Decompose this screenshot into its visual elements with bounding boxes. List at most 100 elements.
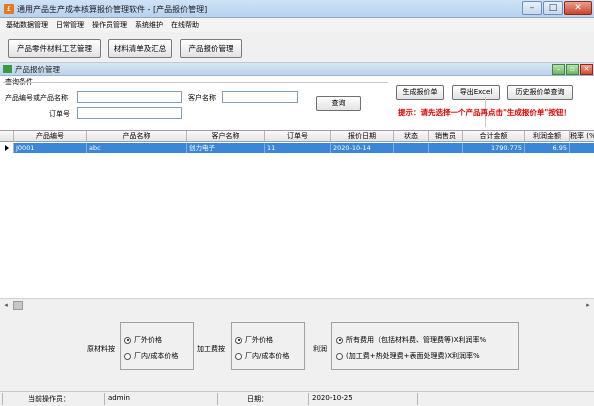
cell-profit[interactable]: 6.95: [525, 143, 570, 153]
generate-quote-button[interactable]: 生成报价单: [396, 85, 444, 100]
grid-header: 产品编号 产品名称 客户名称 订单号 报价日期 状态 销售员 合计金额 利润金额…: [0, 131, 594, 142]
header-quote-date[interactable]: 报价日期: [331, 131, 394, 142]
quote-grid: 产品编号 产品名称 客户名称 订单号 报价日期 状态 销售员 合计金额 利润金额…: [0, 130, 594, 298]
customer-label: 客户名称: [188, 94, 216, 102]
header-customer[interactable]: 客户名称: [187, 131, 265, 142]
table-row[interactable]: J0001 abc 创力电子 11 2020-10-14 1790.775 6.…: [0, 143, 594, 153]
header-status[interactable]: 状态: [394, 131, 429, 142]
scroll-left-icon[interactable]: ◂: [0, 300, 12, 311]
menu-daily[interactable]: 日常管理: [56, 20, 84, 30]
export-excel-button[interactable]: 导出Excel: [452, 85, 500, 100]
child-window-controls: – ▫ ✕: [551, 64, 593, 75]
minimize-button[interactable]: –: [522, 1, 542, 15]
header-total[interactable]: 合计金额: [463, 131, 525, 142]
status-divider: [104, 393, 105, 405]
process-internal-radio[interactable]: 厂内/成本价格: [235, 351, 289, 361]
title-bar: £ 通用产品生产成本核算报价管理软件 - [产品报价管理] – □ ✕: [0, 0, 594, 18]
row-pointer-icon: [5, 145, 9, 151]
cell-tax[interactable]: [570, 143, 594, 153]
process-pricing-label: 加工费按: [197, 345, 225, 353]
status-divider: [2, 393, 3, 405]
menu-base-data[interactable]: 基础数据管理: [6, 20, 48, 30]
radio-checked-icon: [336, 336, 343, 344]
status-bar: 当前操作员： admin 日期： 2020-10-25: [0, 391, 594, 406]
order-label: 订单号: [49, 110, 70, 118]
window-controls: – □ ✕: [521, 1, 592, 15]
maximize-button[interactable]: □: [543, 1, 563, 15]
app-icon: £: [4, 4, 14, 14]
child-window-bar: 产品报价管理 – ▫ ✕: [0, 63, 594, 76]
material-internal-label: 厂内/成本价格: [134, 352, 179, 360]
child-window-icon: [3, 65, 12, 73]
child-close-button[interactable]: ✕: [580, 64, 593, 75]
process-external-label: 厂外价格: [245, 336, 273, 344]
cell-product-name[interactable]: abc: [87, 143, 187, 153]
cell-total[interactable]: 1790.775: [463, 143, 525, 153]
radio-unchecked-icon: [124, 352, 131, 360]
cell-order-no[interactable]: 11: [265, 143, 331, 153]
menu-maintenance[interactable]: 系统维护: [135, 20, 163, 30]
cell-salesperson[interactable]: [429, 143, 463, 153]
product-label: 产品编号或产品名称: [5, 94, 68, 102]
material-pricing-label: 原材料按: [87, 345, 115, 353]
header-product-name[interactable]: 产品名称: [87, 131, 187, 142]
material-internal-radio[interactable]: 厂内/成本价格: [124, 351, 178, 361]
process-external-radio[interactable]: 厂外价格: [235, 335, 273, 345]
header-order-no[interactable]: 订单号: [265, 131, 331, 142]
material-external-radio[interactable]: 厂外价格: [124, 335, 162, 345]
order-input[interactable]: [77, 107, 182, 119]
header-salesperson[interactable]: 销售员: [429, 131, 463, 142]
material-pricing-group: [120, 322, 194, 370]
profit-all-costs-radio[interactable]: 所有费用（包括材料费、管理费等)X利润率%: [336, 335, 486, 345]
close-button[interactable]: ✕: [564, 1, 592, 15]
toolbar: 产品零件材料工艺管理 材料清单及汇总 产品报价管理: [0, 32, 594, 63]
pricing-options: 原材料按 厂外价格 厂内/成本价格 加工费按 厂外价格 厂内/成本价格 利润 所…: [0, 311, 594, 391]
product-input[interactable]: [77, 91, 182, 103]
radio-unchecked-icon: [336, 352, 343, 360]
date-value: 2020-10-25: [312, 394, 353, 402]
quote-management-button[interactable]: 产品报价管理: [180, 39, 242, 58]
radio-checked-icon: [124, 336, 131, 344]
radio-checked-icon: [235, 336, 242, 344]
hint-text: 提示：请先选择一个产品再点击"生成报价单"按钮！: [398, 108, 571, 117]
material-list-button[interactable]: 材料清单及汇总: [108, 39, 172, 58]
menu-operators[interactable]: 操作员管理: [92, 20, 127, 30]
operator-label: 当前操作员：: [28, 395, 70, 403]
query-panel: 查询条件 产品编号或产品名称 客户名称 订单号 查询: [0, 76, 594, 130]
child-restore-button[interactable]: ▫: [566, 64, 579, 75]
material-external-label: 厂外价格: [134, 336, 162, 344]
status-divider: [308, 393, 309, 405]
cell-product-no[interactable]: J0001: [14, 143, 87, 153]
profit-processing-label: (加工费+热处理费+表面处理费)X利润率%: [346, 352, 480, 360]
header-profit[interactable]: 利润金额: [525, 131, 570, 142]
customer-input[interactable]: [222, 91, 298, 103]
operator-value: admin: [108, 394, 130, 402]
process-internal-label: 厂内/成本价格: [245, 352, 290, 360]
radio-unchecked-icon: [235, 352, 242, 360]
query-divider: [3, 82, 388, 83]
profit-label: 利润: [313, 345, 327, 353]
cell-quote-date[interactable]: 2020-10-14: [331, 143, 394, 153]
profit-group: [331, 322, 519, 370]
row-selector[interactable]: [0, 143, 14, 153]
cell-status[interactable]: [394, 143, 429, 153]
header-corner: [0, 131, 14, 142]
header-product-no[interactable]: 产品编号: [14, 131, 87, 142]
menu-bar: 基础数据管理 日常管理 操作员管理 系统维护 在线帮助: [0, 18, 594, 32]
process-pricing-group: [231, 322, 305, 370]
child-window-title: 产品报价管理: [15, 65, 60, 74]
scroll-thumb[interactable]: [13, 301, 23, 310]
header-tax[interactable]: 税率 (%: [570, 131, 594, 142]
child-minimize-button[interactable]: –: [552, 64, 565, 75]
cell-customer[interactable]: 创力电子: [187, 143, 265, 153]
status-divider: [217, 393, 218, 405]
parts-materials-button[interactable]: 产品零件材料工艺管理: [8, 39, 101, 58]
horizontal-scrollbar[interactable]: ◂ ▸: [0, 298, 594, 311]
profit-processing-radio[interactable]: (加工费+热处理费+表面处理费)X利润率%: [336, 351, 480, 361]
search-button[interactable]: 查询: [316, 96, 361, 111]
scroll-right-icon[interactable]: ▸: [582, 300, 594, 311]
history-quote-button[interactable]: 历史报价单查询: [507, 85, 573, 100]
profit-all-costs-label: 所有费用（包括材料费、管理费等)X利润率%: [346, 336, 487, 344]
menu-help[interactable]: 在线帮助: [171, 20, 199, 30]
window-title: 通用产品生产成本核算报价管理软件 - [产品报价管理]: [17, 5, 208, 14]
